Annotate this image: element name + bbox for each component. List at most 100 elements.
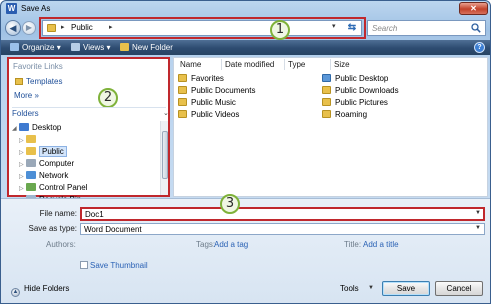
expand-triangle-icon[interactable]: ◢ bbox=[12, 124, 19, 135]
tree-item-label: Network bbox=[39, 171, 69, 180]
hide-folders-label: Hide Folders bbox=[24, 284, 70, 293]
list-item-label: Favorites bbox=[191, 74, 224, 83]
chevron-up-icon[interactable]: ⌄ bbox=[163, 109, 169, 117]
chevron-down-icon: ▾ bbox=[56, 43, 61, 52]
folders-label: Folders bbox=[12, 109, 39, 118]
save-button[interactable]: Save bbox=[382, 281, 430, 296]
tree-item-control-panel[interactable]: ▷ Control Panel bbox=[19, 182, 87, 193]
search-input[interactable]: Search bbox=[367, 20, 486, 36]
tree-item-label: Desktop bbox=[32, 123, 62, 132]
column-header-date-modified[interactable]: Date modified bbox=[222, 59, 285, 70]
folder-icon bbox=[26, 147, 36, 155]
save-options-panel: File name: Doc1 ▼ 3 Save as type: Word D… bbox=[1, 194, 490, 303]
help-icon[interactable]: ? bbox=[474, 42, 485, 53]
save-as-dialog: W Save As ✕ ◀ ▶ ▸ Public ▸ ▾ ⇆ Search 1 … bbox=[0, 0, 491, 304]
list-item-label: Public Pictures bbox=[335, 98, 388, 107]
address-bar[interactable]: ▸ Public ▸ ▾ ⇆ bbox=[42, 20, 362, 36]
tree-item-desktop[interactable]: ◢ Desktop bbox=[12, 122, 61, 133]
column-header-type[interactable]: Type bbox=[285, 59, 331, 70]
chevron-down-icon[interactable]: ▼ bbox=[475, 210, 481, 216]
save-as-type-select[interactable]: Word Document ▼ bbox=[80, 223, 485, 235]
tree-item-label: Public bbox=[39, 146, 67, 157]
network-icon bbox=[26, 171, 36, 179]
scrollbar-thumb[interactable] bbox=[162, 131, 168, 179]
double-chevron-icon: » bbox=[34, 91, 39, 100]
chevron-down-icon[interactable]: ▼ bbox=[475, 225, 481, 231]
close-button[interactable]: ✕ bbox=[459, 2, 488, 15]
file-list: Name Date modified Type Size Favorites P… bbox=[173, 57, 488, 197]
column-header-name[interactable]: Name bbox=[177, 59, 222, 70]
window-title: Save As bbox=[21, 4, 51, 13]
word-app-icon: W bbox=[6, 3, 17, 14]
views-label: Views bbox=[83, 43, 105, 52]
desktop-folder-icon bbox=[322, 74, 331, 82]
search-placeholder: Search bbox=[372, 24, 398, 33]
callout-1: 1 bbox=[270, 20, 290, 40]
list-item[interactable]: Public Music bbox=[178, 97, 236, 108]
add-tag-link[interactable]: Add a tag bbox=[214, 240, 248, 249]
music-folder-icon bbox=[178, 98, 187, 106]
tags-label: Tags: bbox=[196, 240, 216, 249]
organize-button[interactable]: Organize ▾ bbox=[10, 42, 61, 53]
tree-item-network[interactable]: ▷ Network bbox=[19, 170, 68, 181]
list-item[interactable]: Favorites bbox=[178, 73, 224, 84]
navigation-scrollbar[interactable] bbox=[160, 121, 168, 195]
tree-item-public[interactable]: ▷ Public bbox=[19, 146, 67, 157]
navigation-pane: Favorite Links Templates More » 2 Folder… bbox=[7, 57, 170, 204]
pictures-folder-icon bbox=[322, 98, 331, 106]
organize-icon bbox=[10, 43, 19, 51]
back-button[interactable]: ◀ bbox=[5, 20, 21, 36]
forward-button[interactable]: ▶ bbox=[22, 21, 36, 35]
add-title-link[interactable]: Add a title bbox=[363, 240, 399, 249]
tree-item-label: Computer bbox=[39, 159, 75, 168]
favorite-link-templates[interactable]: Templates bbox=[15, 77, 62, 86]
list-item-label: Public Desktop bbox=[335, 74, 389, 83]
list-item[interactable]: Public Videos bbox=[178, 109, 239, 120]
tree-item-recycle-bin[interactable]: Recycle Bin bbox=[19, 194, 81, 204]
list-item[interactable]: Roaming bbox=[322, 109, 367, 120]
list-item[interactable]: Public Pictures bbox=[322, 97, 388, 108]
breadcrumb-chevron-icon[interactable]: ▸ bbox=[61, 23, 65, 31]
save-thumbnail-label[interactable]: Save Thumbnail bbox=[90, 261, 148, 270]
search-icon[interactable] bbox=[471, 23, 481, 33]
views-button[interactable]: Views ▾ bbox=[71, 42, 110, 53]
views-icon bbox=[71, 43, 80, 51]
new-folder-button[interactable]: New Folder bbox=[120, 42, 173, 53]
folder-icon bbox=[322, 110, 331, 118]
tools-button[interactable]: Tools bbox=[340, 284, 359, 293]
callout-3: 3 bbox=[220, 194, 240, 214]
tree-item-computer[interactable]: ▷ Computer bbox=[19, 158, 74, 169]
save-as-type-value: Word Document bbox=[84, 225, 142, 234]
chevron-down-icon[interactable]: ▼ bbox=[368, 285, 374, 291]
computer-icon bbox=[26, 159, 36, 167]
breadcrumb-public[interactable]: Public bbox=[71, 23, 93, 32]
folder-icon bbox=[47, 24, 56, 32]
tree-item-user[interactable]: ▷ bbox=[19, 134, 39, 145]
folders-header[interactable]: Folders ⌄ bbox=[12, 107, 169, 119]
authors-label: Authors: bbox=[46, 240, 76, 249]
breadcrumb-chevron-icon[interactable]: ▸ bbox=[109, 23, 113, 31]
list-item[interactable]: Public Documents bbox=[178, 85, 255, 96]
save-thumbnail-checkbox[interactable] bbox=[80, 261, 88, 269]
column-header-size[interactable]: Size bbox=[331, 59, 381, 70]
list-item-label: Public Documents bbox=[191, 86, 256, 95]
hide-folders-button[interactable]: ▲ Hide Folders bbox=[11, 284, 69, 297]
folder-icon bbox=[15, 78, 23, 85]
cancel-button[interactable]: Cancel bbox=[435, 281, 483, 296]
list-item[interactable]: Public Downloads bbox=[322, 85, 399, 96]
new-folder-icon bbox=[120, 43, 129, 51]
navigation-bar: ◀ ▶ ▸ Public ▸ ▾ ⇆ Search bbox=[1, 17, 490, 39]
folder-icon bbox=[178, 86, 187, 94]
save-as-type-label: Save as type: bbox=[28, 224, 77, 233]
refresh-icon[interactable]: ⇆ bbox=[345, 22, 359, 34]
file-name-label: File name: bbox=[39, 209, 77, 218]
desktop-icon bbox=[19, 123, 29, 131]
file-name-field[interactable]: Doc1 ▼ bbox=[80, 207, 485, 221]
more-favorites-link[interactable]: More » bbox=[14, 91, 39, 100]
chevron-down-icon: ▾ bbox=[106, 43, 111, 52]
list-item[interactable]: Public Desktop bbox=[322, 73, 388, 84]
video-folder-icon bbox=[178, 110, 187, 118]
address-dropdown-icon[interactable]: ▾ bbox=[332, 22, 336, 30]
title-bar: W Save As ✕ bbox=[1, 1, 490, 17]
file-name-value[interactable]: Doc1 bbox=[85, 210, 104, 219]
